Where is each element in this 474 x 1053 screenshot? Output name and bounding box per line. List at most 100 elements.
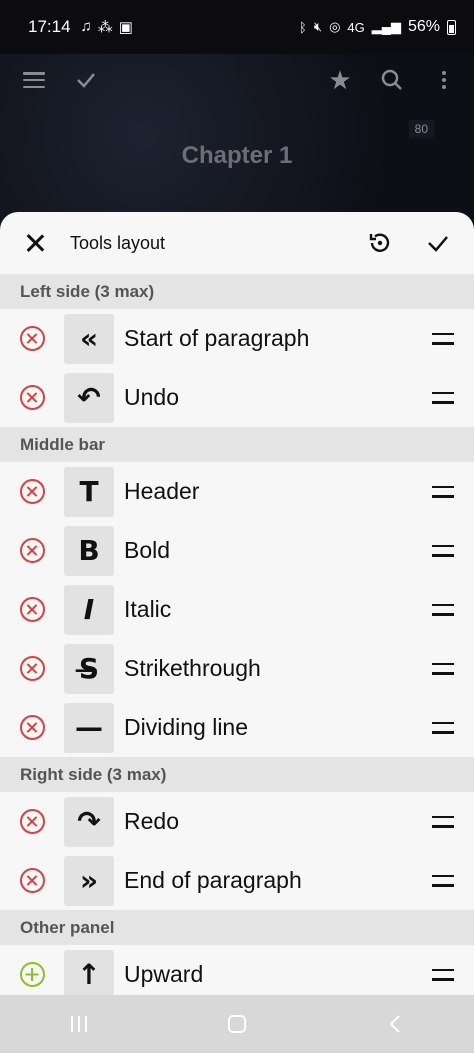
drag-handle-icon[interactable]: [432, 544, 454, 557]
tools-layout-sheet: Tools layout Left side (3 max) « Start of …: [0, 212, 474, 995]
tool-glyph: —: [75, 711, 103, 744]
add-circle-icon: [19, 962, 45, 987]
drag-handle-icon[interactable]: [432, 603, 454, 616]
tool-label: Redo: [124, 808, 179, 834]
section-header: Middle bar: [0, 427, 474, 462]
bold-icon: B: [64, 525, 114, 576]
tool-row: ↑ Upward: [0, 945, 474, 995]
remove-circle-icon: [19, 385, 45, 410]
save-button[interactable]: [420, 225, 456, 261]
remove-tool-button[interactable]: [0, 868, 64, 893]
recents-button[interactable]: [49, 1004, 109, 1044]
drag-handle-icon[interactable]: [432, 968, 454, 981]
double-chevron-left-icon: «: [64, 313, 114, 364]
tool-label: Undo: [124, 384, 179, 410]
tool-label: Strikethrough: [124, 655, 261, 681]
undo-icon: ↶: [64, 372, 114, 423]
section-header: Right side (3 max): [0, 757, 474, 792]
drag-handle-icon[interactable]: [432, 662, 454, 675]
remove-tool-button[interactable]: [0, 326, 64, 351]
tool-glyph: I: [83, 593, 95, 626]
remove-tool-button[interactable]: [0, 479, 64, 504]
tool-glyph: T: [79, 475, 99, 508]
tool-row: » End of paragraph: [0, 851, 474, 910]
more-vert-icon: [442, 71, 446, 89]
editor-toolbar: ★: [0, 54, 474, 106]
remove-tool-button[interactable]: [0, 597, 64, 622]
remove-tool-button[interactable]: [0, 538, 64, 563]
home-button[interactable]: [207, 1004, 267, 1044]
tool-glyph: ↶: [77, 381, 101, 414]
drag-handle-icon[interactable]: [432, 485, 454, 498]
double-chevron-right-icon: »: [64, 855, 114, 906]
remove-circle-icon: [19, 538, 45, 563]
check-icon: [428, 236, 448, 252]
remove-tool-button[interactable]: [0, 656, 64, 681]
section-header: Left side (3 max): [0, 274, 474, 309]
tool-glyph: B: [78, 534, 100, 567]
tool-row: ↶ Undo: [0, 368, 474, 427]
remove-tool-button[interactable]: [0, 715, 64, 740]
dots-icon: ⁂: [97, 19, 113, 36]
dividing-line-icon: —: [64, 702, 114, 753]
recents-icon: [71, 1016, 87, 1032]
back-icon: [389, 1015, 400, 1033]
more-options-button[interactable]: [418, 54, 470, 106]
tool-glyph: »: [79, 864, 99, 897]
check-icon: [77, 73, 95, 88]
strikethrough-icon: S̶: [64, 643, 114, 694]
tool-label: Bold: [124, 537, 171, 563]
back-button[interactable]: [365, 1004, 425, 1044]
image-icon: ▣: [118, 19, 133, 36]
italic-icon: I: [64, 584, 114, 635]
hamburger-icon: [23, 72, 45, 88]
remove-circle-icon: [19, 868, 45, 893]
tool-label: Header: [124, 478, 200, 504]
battery-text: 56%: [407, 18, 440, 35]
remove-circle-icon: [19, 809, 45, 834]
tools-list: Left side (3 max) « Start of paragraph ↶ Und…: [0, 274, 474, 995]
tool-glyph: ↑: [77, 958, 101, 991]
remove-tool-button[interactable]: [0, 809, 64, 834]
arrow-up-icon: ↑: [64, 949, 114, 995]
drag-handle-icon[interactable]: [432, 721, 454, 734]
tool-glyph: «: [79, 322, 99, 355]
close-icon[interactable]: [22, 230, 48, 256]
drag-handle-icon[interactable]: [432, 815, 454, 828]
remove-circle-icon: [19, 656, 45, 681]
tool-label: Upward: [124, 961, 204, 987]
drag-handle-icon[interactable]: [432, 332, 454, 345]
confirm-button[interactable]: [60, 54, 112, 106]
tool-row: T Header: [0, 462, 474, 521]
signal-icon: ▂▄▆: [371, 19, 401, 34]
tool-row: B Bold: [0, 521, 474, 580]
drag-handle-icon[interactable]: [432, 874, 454, 887]
system-icons: ᛒ 🔇︎ ◎ 4G ▂▄▆ 56%: [299, 18, 456, 36]
hotspot-icon: ◎: [329, 19, 341, 34]
star-icon: ★: [328, 64, 352, 95]
menu-button[interactable]: [8, 54, 60, 106]
tool-glyph: ↷: [77, 805, 101, 838]
tool-label: Italic: [124, 596, 172, 622]
tool-label: End of paragraph: [124, 867, 302, 893]
network-type: 4G: [347, 19, 365, 35]
add-tool-button[interactable]: [0, 962, 64, 987]
notification-icons: ♫ ⁂ ▣: [81, 18, 133, 36]
bluetooth-icon: ᛒ: [299, 19, 307, 35]
tool-row: « Start of paragraph: [0, 309, 474, 368]
search-icon: [381, 69, 402, 90]
tool-row: S̶ Strikethrough: [0, 639, 474, 698]
tool-row: — Dividing line: [0, 698, 474, 757]
battery-icon: [447, 19, 456, 35]
tool-row: I Italic: [0, 580, 474, 639]
drag-handle-icon[interactable]: [432, 391, 454, 404]
reset-button[interactable]: [362, 225, 398, 261]
favorite-button[interactable]: ★: [314, 54, 366, 106]
header-icon: T: [64, 466, 114, 517]
mute-icon: 🔇︎: [313, 19, 323, 34]
status-time: 17:14: [28, 17, 71, 36]
search-button[interactable]: [366, 54, 418, 106]
sheet-header: Tools layout: [0, 212, 474, 274]
remove-tool-button[interactable]: [0, 385, 64, 410]
system-nav-bar: [0, 995, 474, 1053]
